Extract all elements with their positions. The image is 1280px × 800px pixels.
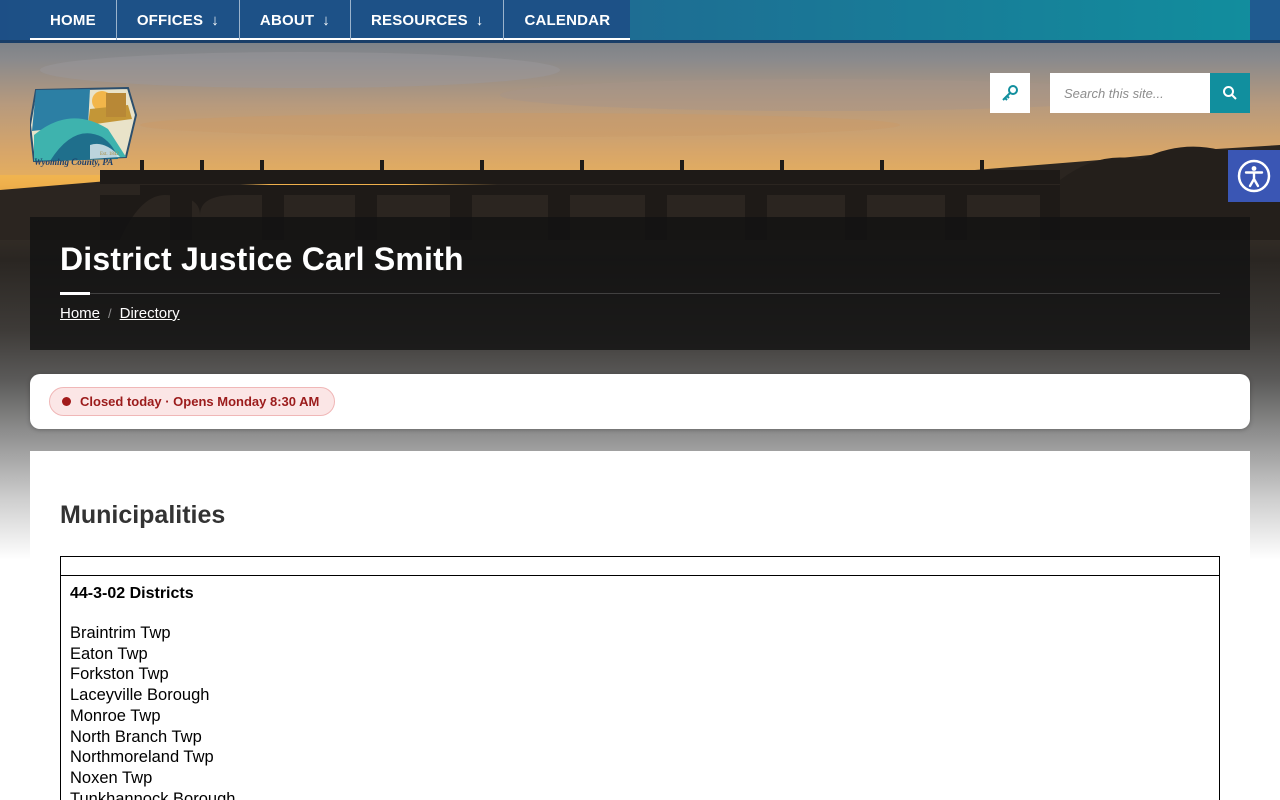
nav-item-resources[interactable]: RESOURCES ↓ [351, 0, 505, 40]
county-logo[interactable]: Wyoming County, PA Est. 1842 [28, 85, 138, 173]
site-search [1050, 73, 1250, 113]
breadcrumb: Home / Directory [60, 305, 180, 322]
nav-item-label: HOME [50, 11, 96, 29]
arrow-down-icon: ↓ [211, 11, 219, 29]
district-heading: 44-3-02 Districts [70, 585, 194, 602]
hours-status-card: Closed today · Opens Monday 8:30 AM [30, 374, 1250, 429]
arrow-down-icon: ↓ [475, 11, 484, 29]
nav-item-label: CALENDAR [524, 11, 611, 29]
divider [60, 293, 1220, 294]
section-title: Municipalities [60, 501, 226, 529]
search-input[interactable] [1050, 73, 1210, 113]
accessibility-button[interactable] [1228, 150, 1280, 202]
list-item: Noxen Twp [70, 768, 153, 787]
breadcrumb-directory[interactable]: Directory [120, 305, 180, 322]
status-text: Closed today · Opens Monday 8:30 AM [80, 394, 320, 409]
nav-item-calendar[interactable]: CALENDAR [504, 0, 630, 40]
municipalities-table: 44-3-02 Districts Braintrim Twp Eaton Tw… [60, 556, 1220, 800]
arrow-down-icon: ↓ [322, 11, 330, 29]
logo-text: Wyoming County, PA [34, 157, 113, 167]
nav-item-offices[interactable]: OFFICES ↓ [117, 0, 240, 40]
main-nav: HOME OFFICES ↓ ABOUT ↓ RESOURCES ↓ CALEN… [30, 0, 631, 40]
key-icon [1002, 85, 1018, 101]
status-dot-icon [62, 397, 71, 406]
nav-item-about[interactable]: ABOUT ↓ [240, 0, 351, 40]
breadcrumb-home[interactable]: Home [60, 305, 100, 322]
list-item: North Branch Twp [70, 727, 202, 746]
svg-text:Est. 1842: Est. 1842 [100, 152, 119, 157]
title-accent [60, 292, 90, 295]
breadcrumb-separator: / [108, 306, 112, 321]
top-navigation-bar: HOME OFFICES ↓ ABOUT ↓ RESOURCES ↓ CALEN… [0, 0, 1280, 43]
nav-item-label: OFFICES [136, 11, 204, 29]
nav-item-label: RESOURCES [370, 11, 468, 29]
page-title: District Justice Carl Smith [60, 241, 464, 277]
login-key-button[interactable] [990, 73, 1030, 113]
page-header-panel: District Justice Carl Smith Home / Direc… [30, 217, 1250, 350]
list-item: Braintrim Twp [70, 624, 171, 642]
search-icon [1223, 86, 1237, 100]
table-header-row [61, 557, 1219, 576]
list-item: Forkston Twp [70, 665, 169, 684]
table-cell: 44-3-02 Districts Braintrim Twp Eaton Tw… [61, 576, 1219, 800]
list-item: Laceyville Borough [70, 686, 210, 705]
list-item: Eaton Twp [70, 644, 148, 663]
nav-item-home[interactable]: HOME [30, 0, 117, 40]
search-button[interactable] [1210, 73, 1250, 113]
list-item: Tunkhannock Borough [70, 789, 236, 800]
list-item: Northmoreland Twp [70, 748, 214, 767]
nav-item-label: ABOUT [259, 11, 315, 29]
status-badge: Closed today · Opens Monday 8:30 AM [49, 387, 336, 416]
nav-edge [1250, 0, 1280, 40]
municipality-list: Braintrim Twp Eaton Twp Forkston Twp Lac… [70, 623, 1210, 800]
list-item: Monroe Twp [70, 706, 161, 725]
accessibility-icon [1237, 159, 1271, 193]
main-content: Municipalities 44-3-02 Districts Braintr… [30, 451, 1250, 800]
